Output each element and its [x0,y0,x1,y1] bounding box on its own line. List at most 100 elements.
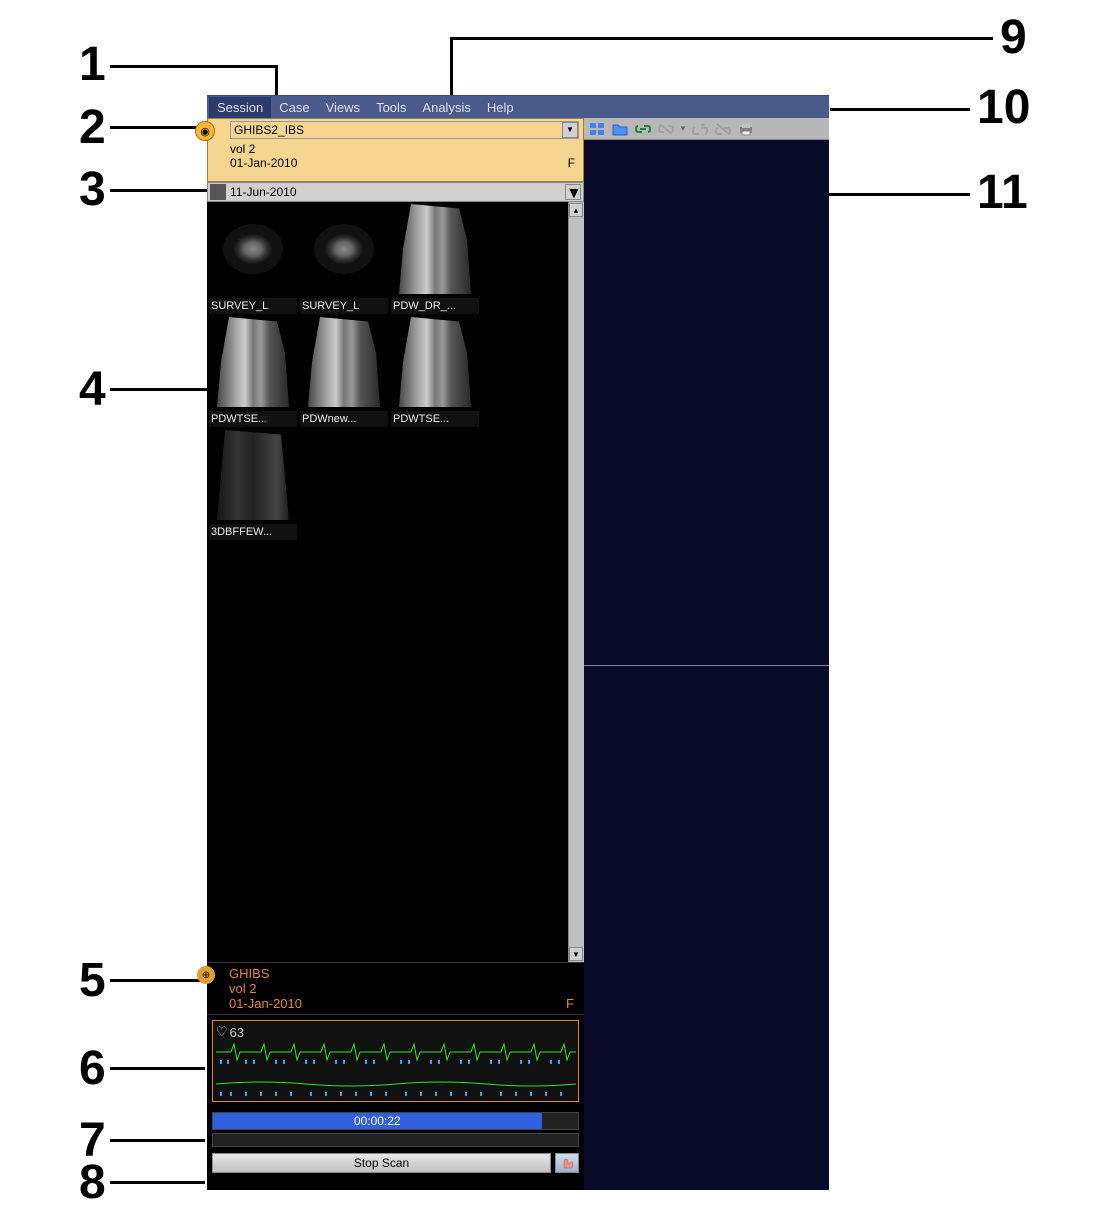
callout-11: 11 [977,165,1028,220]
callout-line [110,189,210,192]
callout-line [110,388,208,391]
callout-9: 9 [1000,10,1027,65]
callout-10: 10 [977,80,1030,135]
callout-line [110,979,208,982]
exam-date-bar[interactable]: 11-Jun-2010 ▼ [207,182,584,202]
patient-info-bar: ◉ GHIBS2_IBS ▼ vol 2 01-Jan-2010 F [207,118,584,182]
scan-volume: vol 2 [229,981,576,996]
progress-time: 00:00:22 [354,1114,401,1128]
unlink-icon[interactable] [656,120,676,138]
thumbnail[interactable]: PDWnew... [300,317,388,427]
patient-name: GHIBS2_IBS [234,122,304,138]
thumbnail[interactable]: SURVEY_L [209,204,297,314]
thumbnail-panel: SURVEY_LSURVEY_LPDW_DR_...PDWTSE...PDWne… [207,202,584,962]
thumbnail-image [209,204,297,298]
patient-dob: 01-Jan-2010 [230,156,579,170]
thumbnail-image [300,204,388,298]
right-toolbar: ▼ [584,118,829,140]
right-panel: ▼ [584,118,829,1190]
thumbnail-image [209,317,297,411]
scan-patient-info: ⊕ GHIBS vol 2 01-Jan-2010 F [207,963,584,1015]
thumbnail[interactable]: PDW_DR_... [391,204,479,314]
exam-date: 11-Jun-2010 [230,185,297,199]
callout-1: 1 [79,37,106,92]
patient-details: vol 2 01-Jan-2010 F [230,142,579,170]
link-icon[interactable] [633,120,653,138]
scroll-up-icon[interactable]: ▲ [569,203,583,217]
menu-bar: Session Case Views Tools Analysis Help [207,96,829,118]
patient-name-dropdown[interactable]: GHIBS2_IBS ▼ [230,121,579,139]
thumbnail-area: SURVEY_LSURVEY_LPDW_DR_...PDWTSE...PDWne… [207,202,568,962]
callout-6: 6 [79,1041,106,1096]
ecg-waveform [216,1042,576,1098]
menu-analysis[interactable]: Analysis [414,97,478,118]
thumbnail[interactable]: PDWTSE... [391,317,479,427]
thumbnail-image [391,317,479,411]
thumbnail[interactable]: 3DBFFEW... [209,430,297,540]
stop-scan-button[interactable]: Stop Scan [212,1153,551,1173]
callout-line [110,65,277,68]
callout-5: 5 [79,953,106,1008]
dropdown-arrow-icon[interactable]: ▼ [679,124,687,133]
left-column: ◉ GHIBS2_IBS ▼ vol 2 01-Jan-2010 F 11-Ju… [207,118,584,962]
grid-view-icon[interactable] [587,120,607,138]
thumbnail-label: PDWTSE... [391,411,479,427]
thumbnail-image [209,430,297,524]
callout-8: 8 [79,1155,106,1210]
thumbnail-label: PDWnew... [300,411,388,427]
menu-help[interactable]: Help [479,97,522,118]
callout-2: 2 [79,100,106,155]
progress-bar-secondary [212,1133,579,1147]
ecg-panel: ♡ 63 [212,1020,579,1102]
folder-icon[interactable] [610,120,630,138]
menu-views[interactable]: Views [318,97,368,118]
callout-4: 4 [79,362,106,417]
callout-line [830,108,970,111]
menu-tools[interactable]: Tools [368,97,414,118]
application-window: Session Case Views Tools Analysis Help ◉… [207,95,829,1190]
progress-bar: 00:00:22 [212,1112,579,1130]
scan-sex: F [566,996,574,1011]
add-link-icon[interactable] [690,120,710,138]
menu-case[interactable]: Case [271,97,317,118]
thumbnail-image [300,317,388,411]
thumbnail-label: PDWTSE... [209,411,297,427]
dropdown-icon[interactable]: ▼ [565,184,581,200]
scan-dob: 01-Jan-2010 [229,996,576,1011]
heart-rate-value: 63 [230,1025,244,1040]
callout-line [450,37,993,40]
patient-sex: F [568,156,575,170]
scrollbar[interactable]: ▲ ▼ [568,202,584,962]
thumbnail[interactable]: SURVEY_L [300,204,388,314]
scroll-down-icon[interactable]: ▼ [569,947,583,961]
progress-area: 00:00:22 [212,1112,579,1147]
thumbnail-label: SURVEY_L [209,298,297,314]
callout-line [110,1181,205,1184]
scan-status-panel: ⊕ GHIBS vol 2 01-Jan-2010 F ♡ 63 [207,962,584,1190]
callout-3: 3 [79,162,106,217]
scan-patient-name: GHIBS [229,966,576,981]
progress-fill: 00:00:22 [213,1113,542,1129]
exam-icon [210,184,226,200]
patient-icon[interactable]: ◉ [195,121,215,141]
patient-volume: vol 2 [230,142,579,156]
thumbnail[interactable]: PDWTSE... [209,317,297,427]
thumbnail-label: PDW_DR_... [391,298,479,314]
hand-icon [559,1156,575,1170]
scan-controls: Stop Scan [212,1153,579,1173]
manual-scan-icon[interactable] [555,1153,579,1173]
print-icon[interactable] [736,120,756,138]
heart-rate: ♡ 63 [216,1024,244,1040]
callout-line [110,1139,205,1142]
heart-icon: ♡ [216,1024,228,1040]
lock-icon: ⊕ [197,966,215,984]
remove-link-icon[interactable] [713,120,733,138]
callout-line [110,1067,205,1070]
panel-divider [584,665,829,666]
thumbnail-label: SURVEY_L [300,298,388,314]
menu-session[interactable]: Session [209,97,271,118]
callout-line [110,126,204,129]
dropdown-icon[interactable]: ▼ [562,122,578,138]
thumbnail-label: 3DBFFEW... [209,524,297,540]
thumbnail-image [391,204,479,298]
